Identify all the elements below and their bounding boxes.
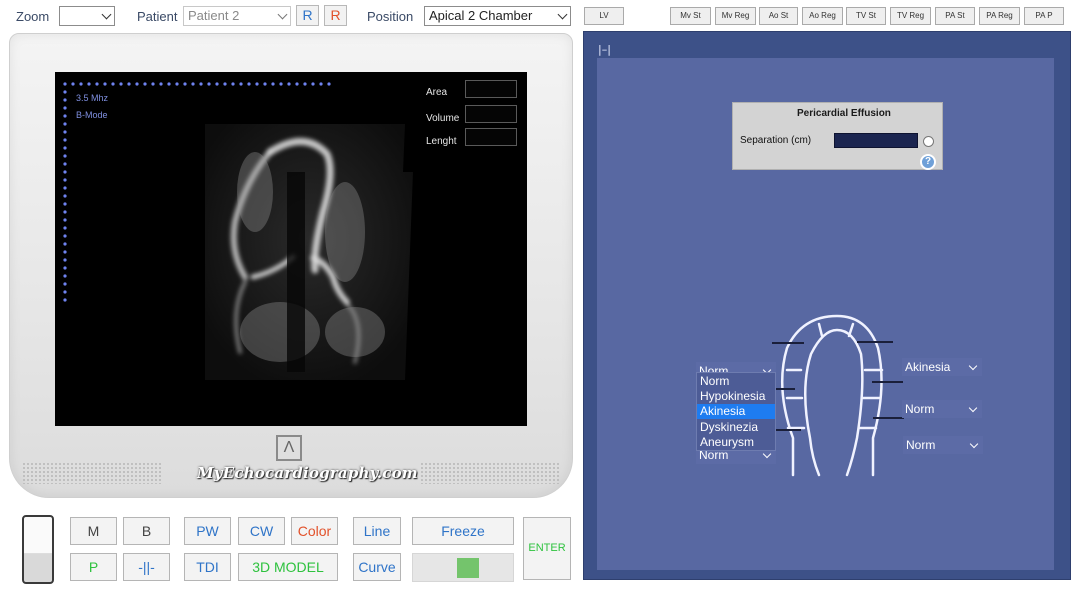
volume-label: Volume (426, 113, 460, 124)
length-label: Lenght (426, 136, 457, 147)
heart-segment-diagram (764, 314, 904, 477)
area-label: Area (426, 87, 448, 98)
segment-select-right-top[interactable]: Akinesia (902, 358, 982, 376)
r-red-button[interactable]: R (324, 5, 347, 26)
indicator-light (457, 558, 479, 578)
speaker-grille-left (22, 462, 162, 484)
valve-button-mv-st[interactable]: Mv St (670, 7, 711, 25)
volume-value-box (465, 105, 517, 123)
segment-dropdown-list: Norm Hypokinesia Akinesia Dyskinezia Ane… (696, 372, 776, 451)
length-value-box (465, 128, 517, 146)
area-value-box (465, 80, 517, 98)
chevron-down-icon (968, 361, 978, 371)
patient-label: Patient (137, 9, 178, 24)
r-blue-button[interactable]: R (296, 5, 319, 26)
analysis-panel-body: Pericardial Effusion Separation (cm) ? N… (597, 58, 1054, 570)
valve-button-pa-reg[interactable]: PA Reg (979, 7, 1020, 25)
dropdown-option-akinesia[interactable]: Akinesia (697, 404, 775, 419)
3d-model-button[interactable]: 3D MODEL (238, 553, 338, 581)
mode-readout: B-Mode (76, 110, 108, 120)
patient-select-value: Patient 2 (188, 8, 240, 23)
tdi-button[interactable]: TDI (184, 553, 231, 581)
valve-button-ao-st[interactable]: Ao St (759, 7, 798, 25)
valve-button-ao-reg[interactable]: Ao Reg (802, 7, 843, 25)
freeze-button[interactable]: Freeze (412, 517, 514, 545)
segment-select-right-mid[interactable]: Norm (902, 400, 982, 418)
patient-select[interactable]: Patient 2 (183, 6, 291, 26)
position-select-value: Apical 2 Chamber (429, 8, 533, 23)
chevron-down-icon (277, 9, 288, 20)
chevron-down-icon (968, 403, 978, 413)
color-button[interactable]: Color (291, 517, 338, 545)
enter-button[interactable]: ENTER (523, 517, 571, 580)
dropdown-option-hypokinesia[interactable]: Hypokinesia (697, 389, 775, 404)
freeze-indicator (412, 553, 514, 582)
valve-button-tv-reg[interactable]: TV Reg (890, 7, 931, 25)
speaker-grille-right (420, 462, 560, 484)
frequency-readout: 3.5 Mhz (76, 93, 109, 103)
valve-button-tv-st[interactable]: TV St (846, 7, 886, 25)
brand-logo-text: MyEchocardiography.com (197, 464, 418, 482)
chevron-down-icon (557, 9, 568, 20)
segment-select-value: Akinesia (905, 360, 951, 374)
position-label: Position (367, 9, 414, 24)
b-mode-button[interactable]: B (123, 517, 170, 545)
pw-button[interactable]: PW (184, 517, 231, 545)
line-button[interactable]: Line (353, 517, 401, 545)
curve-button[interactable]: Curve (353, 553, 401, 581)
chevron-down-icon (101, 9, 112, 20)
segment-select-value: Norm (905, 402, 935, 416)
resize-icon[interactable]: |–| (598, 43, 611, 56)
probe-icon[interactable] (22, 515, 54, 584)
cw-button[interactable]: CW (238, 517, 285, 545)
ultrasound-screen[interactable]: 3.5 Mhz B-Mode Area Volume Lenght (55, 72, 527, 426)
echo-image (63, 82, 413, 380)
chevron-down-icon (762, 449, 772, 459)
dropdown-option-aneurysm[interactable]: Aneurysm (697, 435, 775, 450)
segment-select-right-bottom[interactable]: Norm (903, 436, 983, 454)
analysis-panel: |–| Pericardial Effusion Separation (cm)… (583, 31, 1071, 580)
logo-icon: Λ (276, 435, 302, 461)
segment-select-value: Norm (906, 438, 936, 452)
position-select[interactable]: Apical 2 Chamber (424, 6, 571, 26)
split-button[interactable]: -||- (123, 553, 170, 581)
zoom-label: Zoom (16, 9, 50, 24)
lv-button[interactable]: LV (584, 7, 624, 25)
valve-button-pa-p[interactable]: PA P (1024, 7, 1064, 25)
p-button[interactable]: P (70, 553, 117, 581)
valve-button-pa-st[interactable]: PA St (935, 7, 975, 25)
chevron-down-icon (969, 439, 979, 449)
valve-button-mv-reg[interactable]: Mv Reg (715, 7, 756, 25)
dropdown-option-dyskinezia[interactable]: Dyskinezia (697, 420, 775, 435)
zoom-select[interactable] (59, 6, 115, 26)
dropdown-option-norm[interactable]: Norm (697, 374, 775, 389)
m-mode-button[interactable]: M (70, 517, 117, 545)
